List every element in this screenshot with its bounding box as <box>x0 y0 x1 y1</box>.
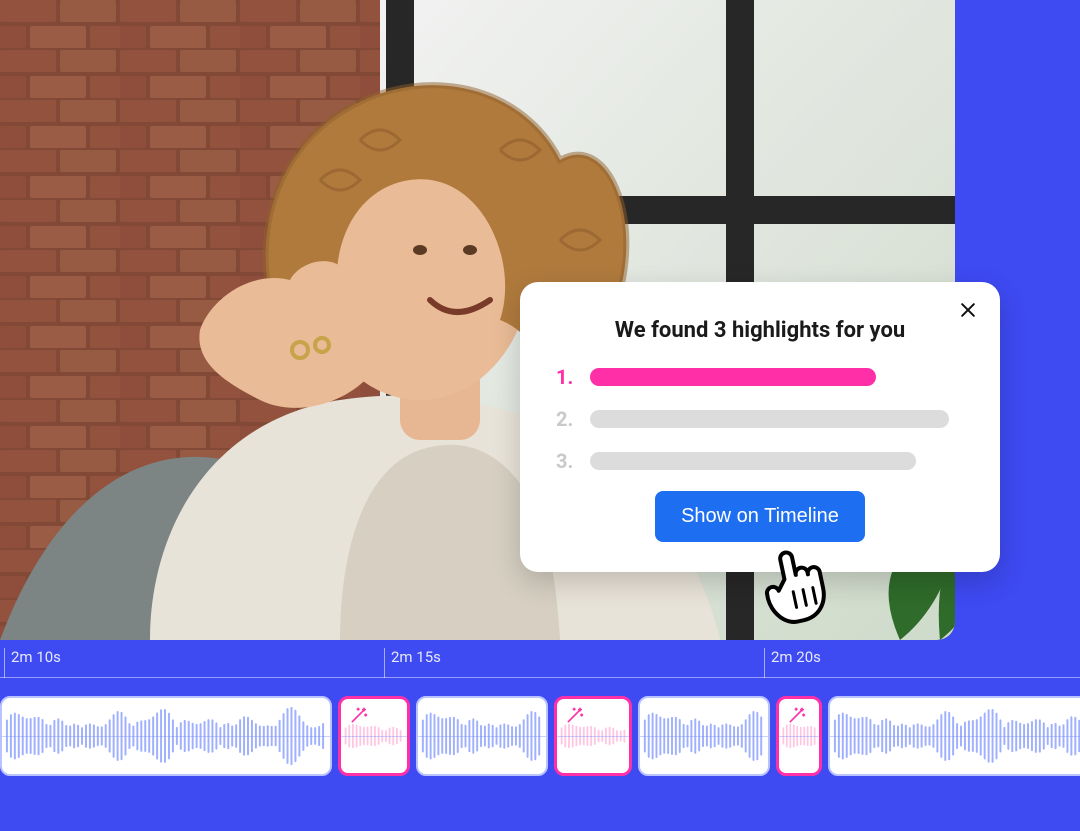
highlight-bar <box>590 452 916 470</box>
timeline-tick: 2m 10s <box>4 648 61 678</box>
timeline-clip-highlight[interactable] <box>776 696 822 776</box>
highlight-number: 1. <box>556 365 578 389</box>
timeline-track[interactable] <box>0 696 1080 776</box>
highlight-row[interactable]: 2. <box>556 407 964 431</box>
timeline-tick: 2m 20s <box>764 648 821 678</box>
highlight-number: 2. <box>556 407 578 431</box>
timeline-clip[interactable] <box>638 696 770 776</box>
close-icon <box>958 300 978 320</box>
highlight-bar <box>590 410 949 428</box>
timeline-clip[interactable] <box>828 696 1080 776</box>
highlight-number: 3. <box>556 449 578 473</box>
timeline-tick: 2m 15s <box>384 648 441 678</box>
highlight-row[interactable]: 1. <box>556 365 964 389</box>
timeline-clip-highlight[interactable] <box>338 696 410 776</box>
highlight-bar <box>590 368 876 386</box>
highlights-list: 1. 2. 3. <box>556 365 964 473</box>
magic-wand-icon <box>349 705 369 725</box>
timeline-ruler: 2m 10s 2m 15s 2m 20s <box>0 648 1080 678</box>
close-button[interactable] <box>954 296 982 324</box>
timeline-clip[interactable] <box>416 696 548 776</box>
timeline-clip[interactable] <box>0 696 332 776</box>
highlight-row[interactable]: 3. <box>556 449 964 473</box>
magic-wand-icon <box>565 705 585 725</box>
highlights-popup: We found 3 highlights for you 1. 2. 3. Sho… <box>520 282 1000 572</box>
magic-wand-icon <box>787 705 807 725</box>
timeline-clip-highlight[interactable] <box>554 696 632 776</box>
popup-title: We found 3 highlights for you <box>556 318 964 343</box>
timeline[interactable]: 2m 10s 2m 15s 2m 20s <box>0 648 1080 831</box>
show-on-timeline-button[interactable]: Show on Timeline <box>655 491 865 542</box>
